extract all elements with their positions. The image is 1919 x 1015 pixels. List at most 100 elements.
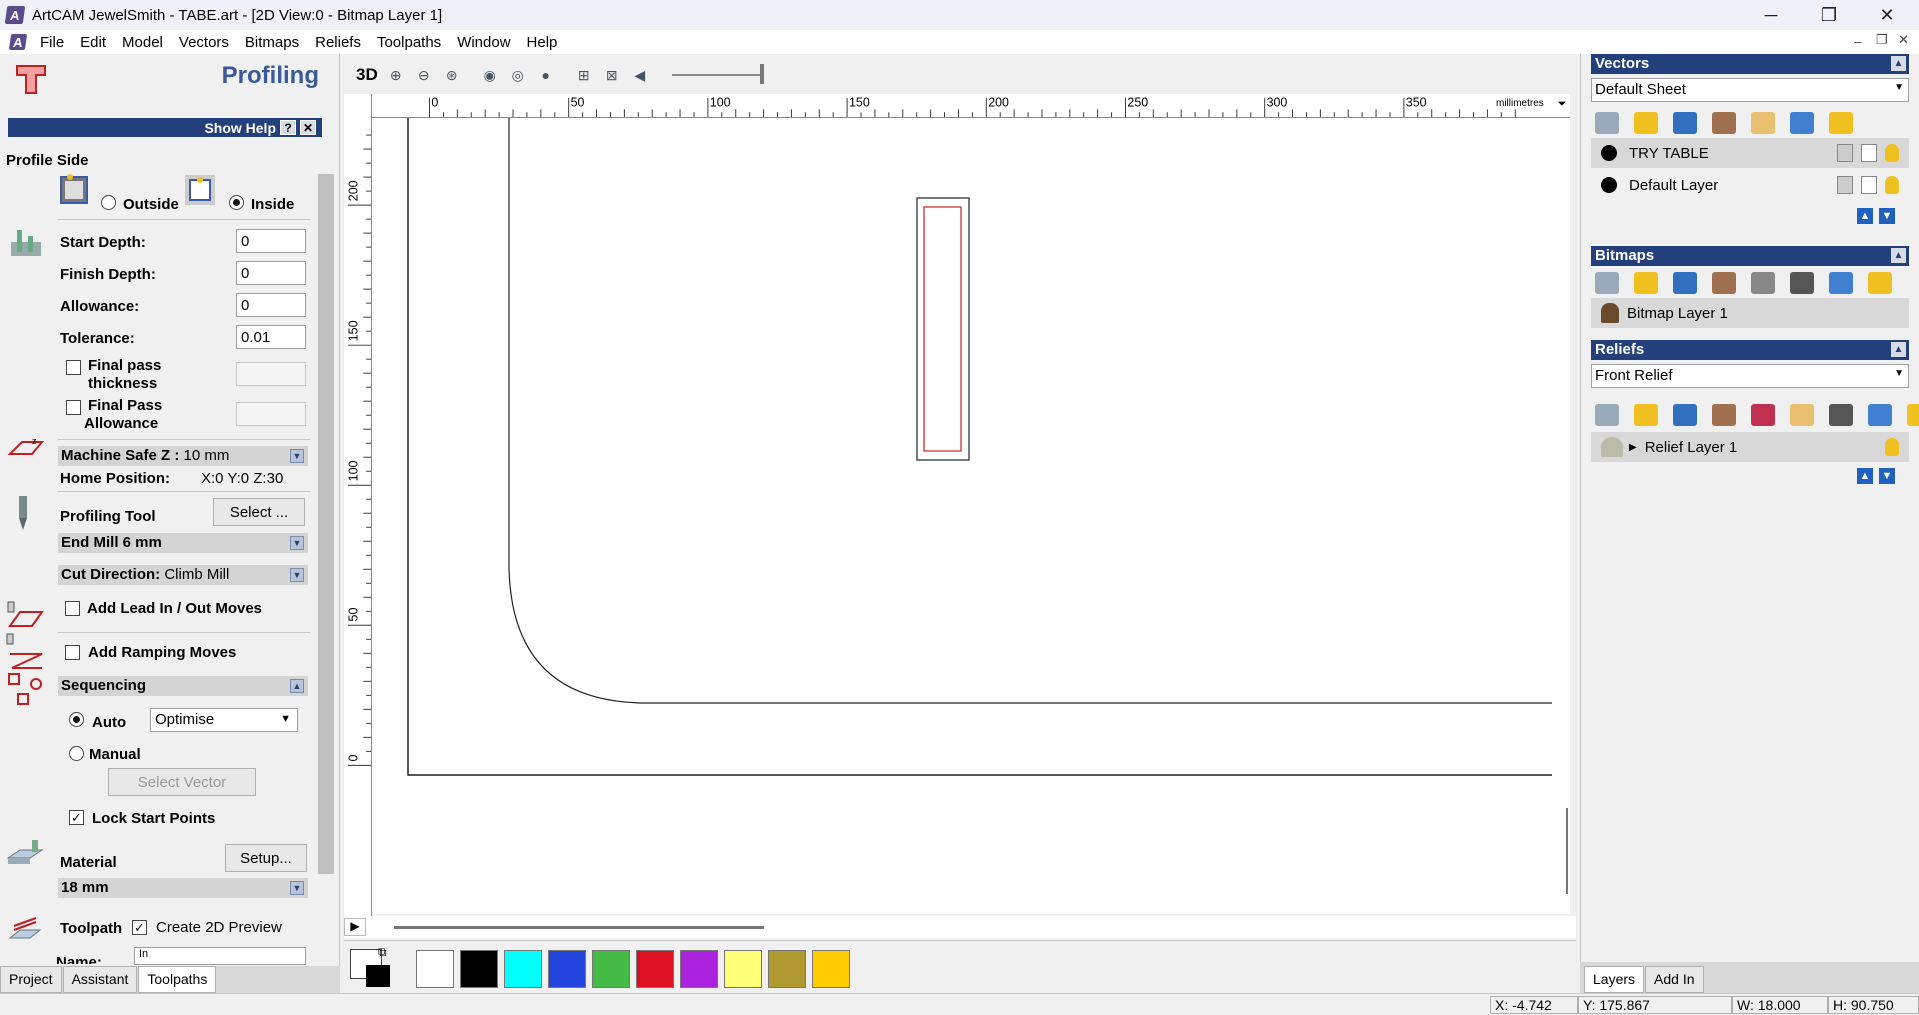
layer-up-icon[interactable]: ▲	[1857, 208, 1873, 224]
snap-grid-icon[interactable]: ⊞	[572, 63, 596, 87]
menu-bitmaps[interactable]: Bitmaps	[237, 34, 307, 51]
create-preview-checkbox[interactable]: ✓	[132, 920, 147, 935]
material-thickness-bar[interactable]: 18 mm ▼	[58, 878, 308, 898]
paste-bitmap-icon[interactable]	[1712, 272, 1736, 294]
mdi-restore-icon[interactable]: ❐	[1876, 32, 1888, 48]
zoom-fit-icon[interactable]: ⊛	[440, 63, 464, 87]
new-relief-icon[interactable]	[1595, 404, 1619, 426]
zoom-slider[interactable]	[671, 64, 764, 84]
lead-in-checkbox[interactable]	[65, 601, 80, 616]
final-pass-thickness-checkbox[interactable]	[66, 360, 81, 375]
ramping-checkbox[interactable]	[65, 645, 80, 660]
material-expand-icon[interactable]: ▼	[290, 881, 304, 895]
save-relief-icon[interactable]	[1673, 404, 1697, 426]
save-bitmap-icon[interactable]	[1673, 272, 1697, 294]
layer-properties-icon[interactable]	[1751, 112, 1775, 134]
delete-layer-icon[interactable]	[1790, 112, 1814, 134]
delete-relief-icon[interactable]	[1868, 404, 1892, 426]
zoom-slider-thumb[interactable]	[759, 64, 764, 84]
bitmap-tool-icon[interactable]	[1751, 272, 1775, 294]
zoom-all-icon[interactable]: ●	[534, 63, 558, 87]
inside-radio[interactable]	[229, 195, 244, 210]
color-swatch[interactable]	[548, 950, 586, 988]
inside-profile-icon[interactable]	[184, 172, 216, 206]
edit-icon[interactable]	[1861, 176, 1877, 194]
relief-properties-icon[interactable]	[1790, 404, 1814, 426]
color-swatch[interactable]	[592, 950, 630, 988]
visibility-icon[interactable]	[1829, 112, 1853, 134]
optimise-select[interactable]: Optimise ▼	[150, 708, 298, 732]
open-bitmap-icon[interactable]	[1634, 272, 1658, 294]
manual-radio[interactable]	[69, 746, 84, 761]
close-button[interactable]: ✕	[1858, 0, 1916, 30]
relief-down-icon[interactable]: ▼	[1879, 468, 1895, 484]
sheet-dropdown-icon[interactable]: ▼	[1894, 82, 1904, 93]
panel-scroll-thumb[interactable]	[318, 174, 334, 874]
menu-window[interactable]: Window	[449, 34, 518, 51]
material-setup-button[interactable]: Setup...	[225, 844, 307, 872]
vector-layer-row[interactable]: Default Layer	[1591, 170, 1909, 200]
relief-select[interactable]: Front Relief ▼	[1591, 364, 1909, 388]
sequencing-collapse-icon[interactable]: ▲	[290, 679, 304, 693]
save-layer-icon[interactable]	[1673, 112, 1697, 134]
edit-icon[interactable]	[1861, 144, 1877, 162]
reliefs-collapse-icon[interactable]: ▲	[1891, 342, 1906, 357]
tolerance-input[interactable]	[236, 325, 306, 349]
color-swatch[interactable]	[680, 950, 718, 988]
tab-project[interactable]: Project	[0, 966, 62, 993]
bitmap-visibility-icon[interactable]	[1868, 272, 1892, 294]
sequencing-bar[interactable]: Sequencing ▲	[58, 676, 308, 696]
tool-expand-icon[interactable]: ▼	[290, 536, 304, 550]
finish-depth-input[interactable]	[236, 261, 306, 285]
restore-button[interactable]: ❐	[1800, 0, 1858, 30]
vector-sheet-select[interactable]: Default Sheet ▼	[1591, 78, 1909, 102]
relief-dropdown-icon[interactable]: ▼	[1894, 368, 1904, 379]
select-tool-button[interactable]: Select ...	[213, 498, 305, 526]
tool-name-bar[interactable]: End Mill 6 mm ▼	[58, 533, 308, 553]
layer-color-icon[interactable]	[1601, 177, 1617, 193]
menu-file[interactable]: File	[32, 34, 72, 51]
bulb-icon[interactable]	[1885, 144, 1899, 162]
name-input[interactable]: In	[134, 947, 306, 965]
auto-radio[interactable]	[69, 712, 84, 727]
layer-down-icon[interactable]: ▼	[1879, 208, 1895, 224]
bulb-icon[interactable]	[1885, 176, 1899, 194]
paste-relief-icon[interactable]	[1712, 404, 1736, 426]
snap-object-icon[interactable]: ⊠	[600, 63, 624, 87]
bitmap-layer-row[interactable]: Bitmap Layer 1	[1591, 298, 1909, 328]
color-swatch[interactable]	[812, 950, 850, 988]
menu-model[interactable]: Model	[114, 34, 171, 51]
lock-icon[interactable]	[1837, 144, 1853, 162]
tab-add-in[interactable]: Add In	[1645, 966, 1704, 993]
tab-assistant[interactable]: Assistant	[62, 966, 138, 993]
color-swatch[interactable]	[460, 950, 498, 988]
new-bitmap-icon[interactable]	[1595, 272, 1619, 294]
help-question-button[interactable]: ?	[280, 120, 296, 135]
relief-visibility-icon[interactable]	[1907, 404, 1919, 426]
mdi-minimize-icon[interactable]: –	[1854, 34, 1861, 49]
new-layer-icon[interactable]	[1595, 112, 1619, 134]
drawing-canvas[interactable]	[372, 118, 1570, 914]
color-swatch[interactable]	[504, 950, 542, 988]
swap-colors-icon[interactable]: ⧉	[378, 945, 387, 960]
color-swatch[interactable]	[416, 950, 454, 988]
color-swatch[interactable]	[768, 950, 806, 988]
relief-image-icon[interactable]	[1829, 404, 1853, 426]
cut-direction-expand-icon[interactable]: ▼	[290, 568, 304, 582]
menu-toolpaths[interactable]: Toolpaths	[369, 34, 449, 51]
optimise-dropdown-icon[interactable]: ▼	[280, 713, 291, 725]
relief-up-icon[interactable]: ▲	[1857, 468, 1873, 484]
hscroll-thumb[interactable]	[394, 926, 764, 929]
lock-icon[interactable]	[1837, 176, 1853, 194]
back-icon[interactable]: ◀	[628, 63, 652, 87]
outside-radio[interactable]	[101, 195, 116, 210]
vectors-collapse-icon[interactable]: ▲	[1891, 56, 1906, 71]
relief-bulb-icon[interactable]	[1885, 438, 1899, 456]
menu-reliefs[interactable]: Reliefs	[307, 34, 369, 51]
relief-layer-row[interactable]: ▶ Relief Layer 1	[1591, 432, 1909, 462]
vector-layer-row[interactable]: TRY TABLE	[1591, 138, 1909, 168]
paste-layer-icon[interactable]	[1712, 112, 1736, 134]
canvas-hscroll[interactable]: ▶	[344, 916, 1576, 938]
menu-help[interactable]: Help	[519, 34, 566, 51]
relief-stack-icon[interactable]	[1751, 404, 1775, 426]
